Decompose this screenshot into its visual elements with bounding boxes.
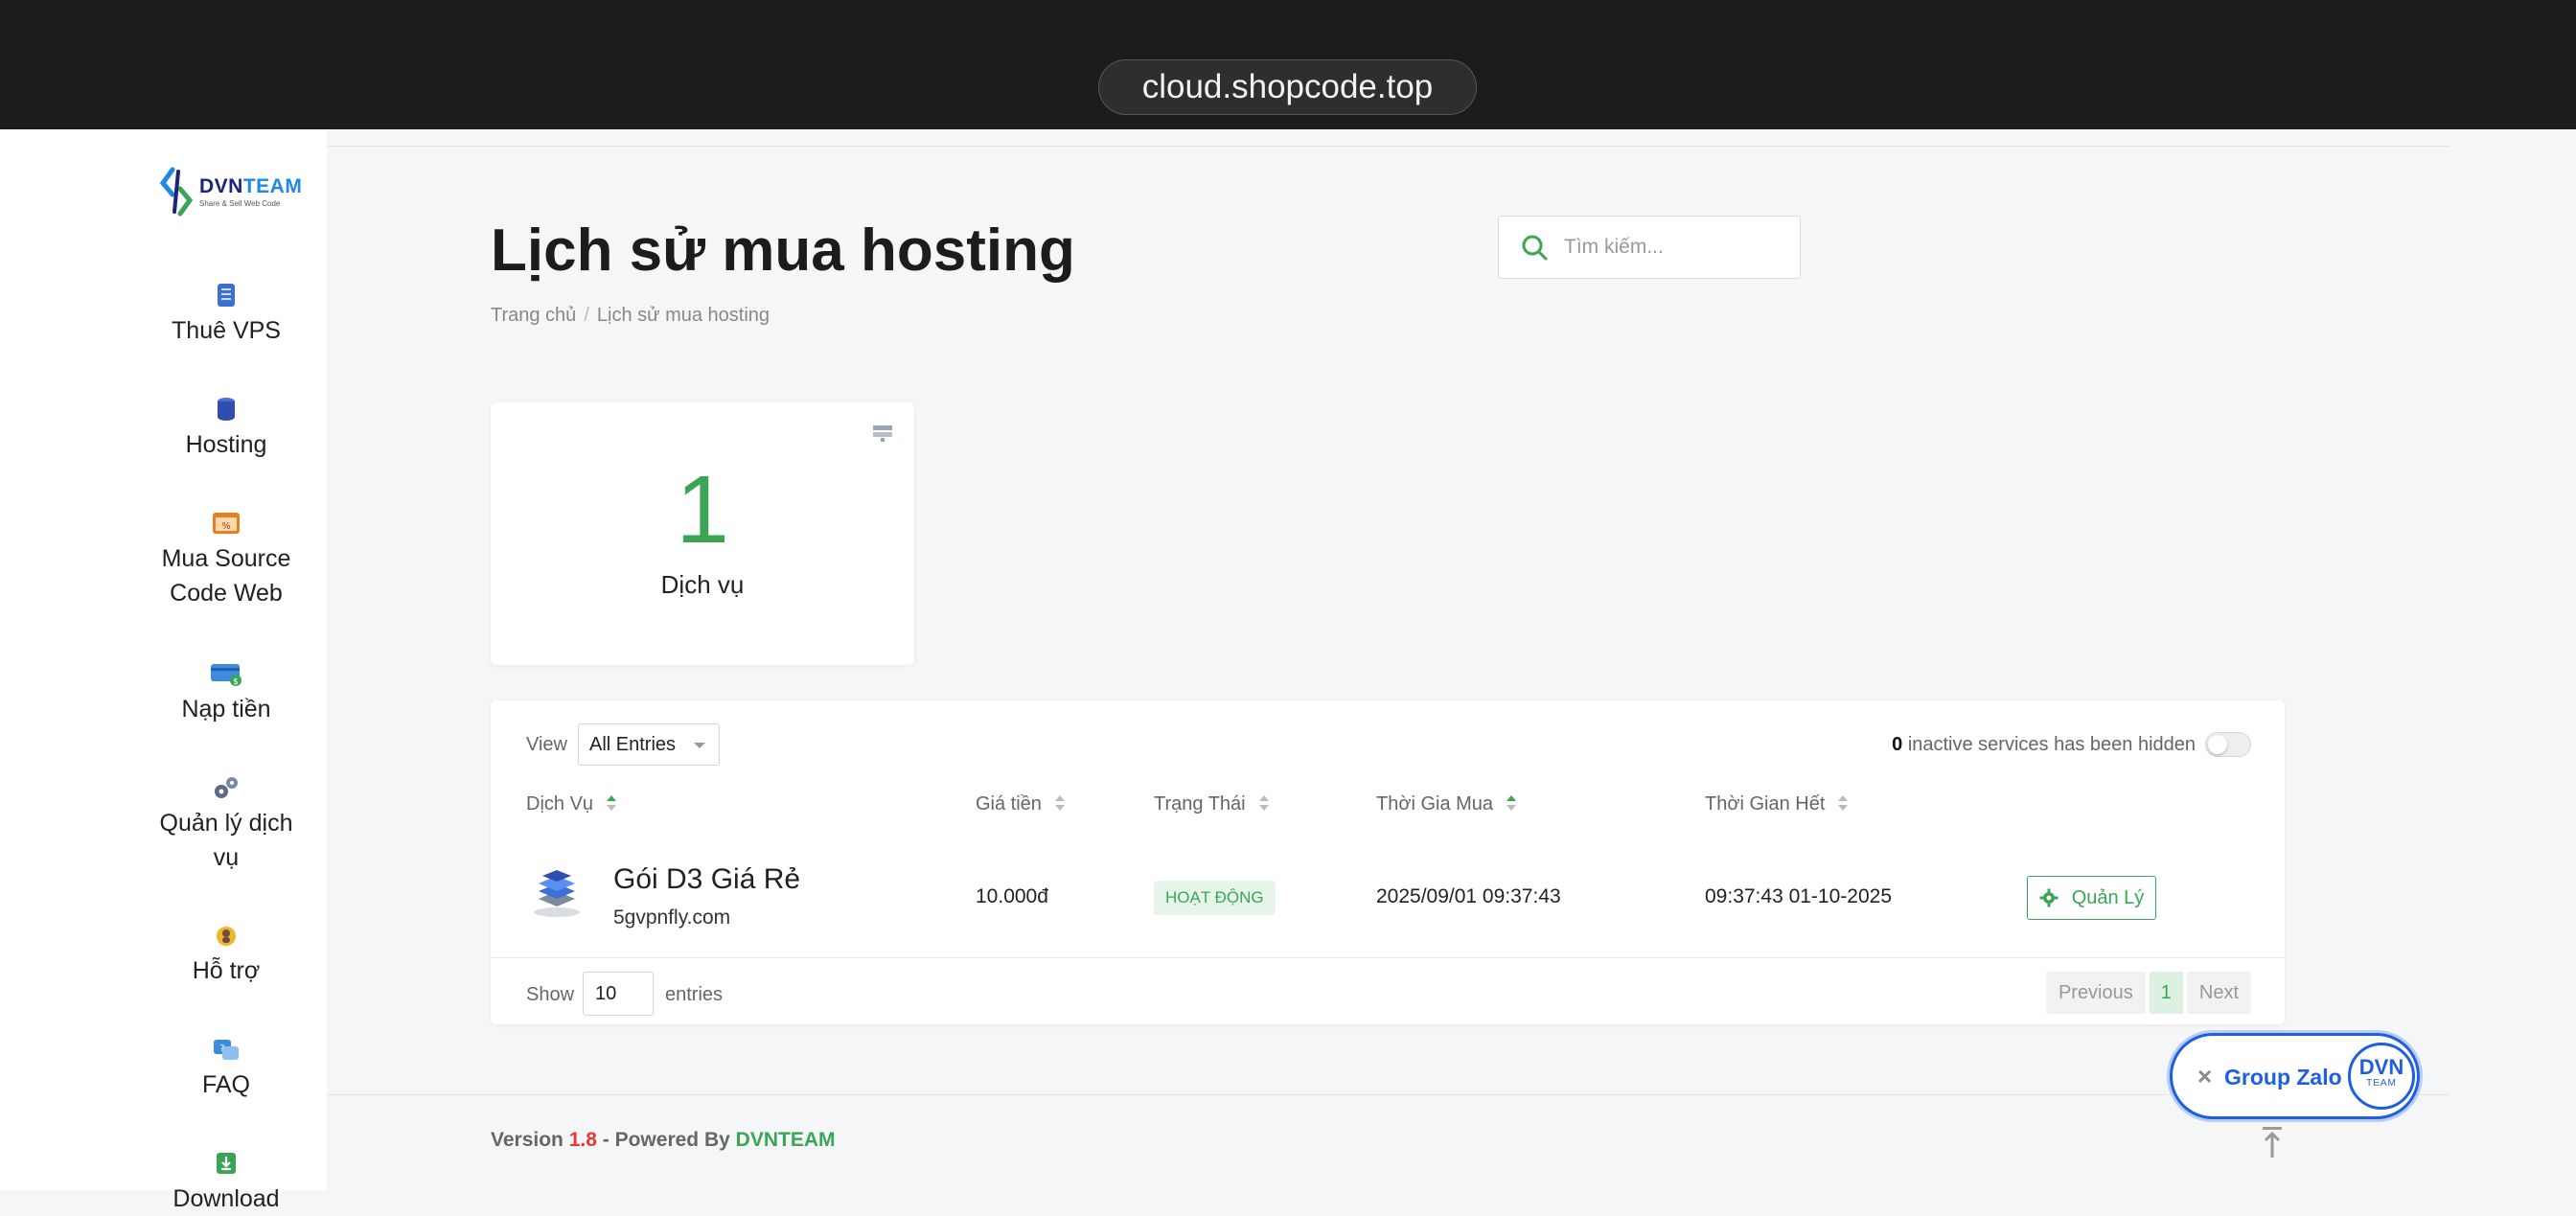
url-pill[interactable]: cloud.shopcode.top <box>1098 59 1477 115</box>
search-box[interactable] <box>1498 216 1801 279</box>
server-icon <box>218 284 235 307</box>
view-filter-value: All Entries <box>589 734 677 755</box>
stat-label: Dịch vụ <box>660 570 745 599</box>
svg-text:?: ? <box>219 1044 224 1054</box>
status-badge: HOẠT ĐỘNG <box>1154 881 1276 915</box>
service-expiry-date: 09:37:43 01-10-2025 <box>1705 885 1892 907</box>
hidden-text: inactive services has been hidden <box>1907 734 2196 755</box>
service-name: Gói D3 Giá Rẻ <box>613 863 801 895</box>
show-inactive-toggle[interactable] <box>2205 732 2251 757</box>
search-input[interactable] <box>1564 236 1784 259</box>
service-domain: 5gvpnfly.com <box>613 906 731 929</box>
search-icon <box>1522 235 1548 261</box>
previous-page-button[interactable]: Previous <box>2045 972 2146 1014</box>
footer-brand-link[interactable]: DVNTEAM <box>736 1129 836 1151</box>
sidebar-item-deposit[interactable]: $ Nạp tiền <box>144 661 309 726</box>
sidebar-item-vps[interactable]: Thuê VPS <box>144 283 309 348</box>
table-divider <box>491 957 2285 958</box>
sidebar-item-label: Hosting <box>185 431 267 458</box>
chevron-down-icon <box>694 743 705 748</box>
sidebar-item-services[interactable]: Quản lý dịch vụ <box>144 775 309 875</box>
zalo-label: Group Zalo <box>2224 1065 2342 1090</box>
download-icon <box>217 1153 236 1174</box>
hidden-services-note: 0 inactive services has been hidden <box>1892 723 2196 766</box>
column-header-expires[interactable]: Thời Gian Hết <box>1705 791 1849 817</box>
hosting-package-icon <box>534 870 580 917</box>
sidebar-item-download[interactable]: Download <box>144 1151 309 1216</box>
version-number: 1.8 <box>568 1129 597 1151</box>
logo-tagline: Share & Sell Web Code <box>199 199 281 208</box>
page-size-input[interactable]: 10 <box>583 972 654 1016</box>
gear-icon <box>2039 888 2058 907</box>
sort-icon <box>1838 795 1849 813</box>
sidebar-item-support[interactable]: Hỗ trợ <box>144 923 309 988</box>
database-icon <box>218 398 235 421</box>
sort-icon <box>1506 795 1517 813</box>
entries-label: entries <box>665 984 724 1005</box>
sidebar-item-label: Download <box>172 1185 280 1212</box>
sort-icon <box>1258 795 1269 813</box>
column-header-status[interactable]: Trạng Thái <box>1154 791 1269 817</box>
show-label: Show <box>526 984 575 1005</box>
page-1-button[interactable]: 1 <box>2149 972 2183 1014</box>
pagination: Previous 1 Next <box>2042 972 2251 1014</box>
browser-top-bar: cloud.shopcode.top <box>0 0 2576 129</box>
column-header-bought[interactable]: Thời Gia Mua <box>1376 791 1517 817</box>
column-header-service[interactable]: Dịch Vụ <box>526 791 617 817</box>
sort-icon <box>1054 795 1065 813</box>
services-table-card: View All Entries 0 inactive services has… <box>491 700 2285 1024</box>
sidebar-item-label: FAQ <box>201 1071 250 1098</box>
view-label: View <box>526 734 567 755</box>
back-to-top-icon[interactable] <box>2262 1126 2283 1159</box>
sidebar-item-source-code[interactable]: % Mua Source Code Web <box>144 511 309 610</box>
sidebar-item-label: Mua Source Code Web <box>161 545 291 607</box>
avatar: DVN TEAM <box>2348 1043 2415 1110</box>
toggle-knob <box>2208 735 2227 754</box>
breadcrumb: Trang chủ / Lịch sử mua hosting <box>491 305 770 326</box>
sidebar-item-label: Thuê VPS <box>172 317 281 344</box>
footer-divider <box>327 1094 2450 1095</box>
sort-icon <box>607 795 617 813</box>
footer-version: Version 1.8 - Powered By DVNTEAM <box>491 1129 836 1151</box>
svg-text:$: $ <box>233 677 239 686</box>
logo-text: DVNTEAM <box>199 175 303 197</box>
sidebar-item-hosting[interactable]: Hosting <box>144 397 309 462</box>
close-icon[interactable]: × <box>2197 1063 2212 1090</box>
support-icon <box>217 927 236 946</box>
breadcrumb-home[interactable]: Trang chủ <box>491 305 576 326</box>
breadcrumb-current: Lịch sử mua hosting <box>596 305 770 326</box>
column-header-price[interactable]: Giá tiền <box>976 791 1065 817</box>
next-page-button[interactable]: Next <box>2186 972 2251 1014</box>
logo[interactable]: DVNTEAM Share & Sell Web Code <box>159 166 302 218</box>
sidebar-item-label: Nạp tiền <box>181 696 271 723</box>
page-title: Lịch sử mua hosting <box>491 218 1075 284</box>
wallet-card-icon: $ <box>211 664 242 686</box>
service-price: 10.000đ <box>976 885 1048 907</box>
logo-mark-icon <box>159 167 194 217</box>
service-bought-date: 2025/09/01 09:37:43 <box>1376 885 1561 907</box>
manage-button-label: Quản Lý <box>2071 886 2145 908</box>
header-divider <box>327 146 2450 147</box>
view-filter-select[interactable]: All Entries <box>578 723 720 766</box>
faq-icon: ? <box>214 1040 239 1060</box>
stat-card: 1 Dịch vụ <box>491 402 914 665</box>
server-rack-icon <box>873 425 892 442</box>
zalo-group-widget[interactable]: × Group Zalo DVN TEAM <box>2170 1033 2420 1119</box>
svg-text:%: % <box>221 521 231 532</box>
sidebar-item-faq[interactable]: ? FAQ <box>144 1037 309 1102</box>
sidebar-item-label: Hỗ trợ <box>192 957 261 984</box>
hidden-count: 0 <box>1892 734 1903 755</box>
stat-value: 1 <box>676 456 729 563</box>
code-window-icon: % <box>213 513 240 534</box>
sidebar: DVNTEAM Share & Sell Web Code Thuê VPS H… <box>0 129 327 1212</box>
sidebar-item-label: Quản lý dịch vụ <box>159 810 293 871</box>
manage-button[interactable]: Quản Lý <box>2027 876 2156 920</box>
gears-icon <box>215 777 238 798</box>
